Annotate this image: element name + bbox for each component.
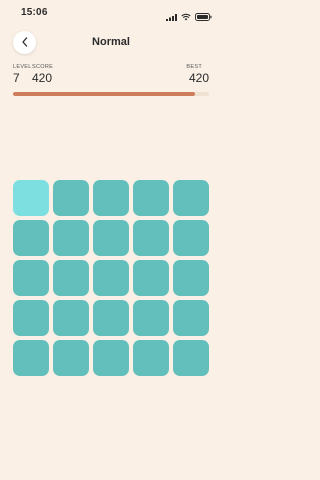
board-tile[interactable]	[93, 180, 129, 216]
board-tile[interactable]	[93, 340, 129, 376]
score-progress-fill	[13, 92, 196, 96]
board-tile[interactable]	[173, 260, 209, 296]
board-tile[interactable]	[133, 180, 169, 216]
status-bar: 15:06	[0, 0, 222, 28]
board-tile[interactable]	[13, 300, 49, 336]
battery-icon	[195, 8, 212, 26]
board-tile[interactable]	[93, 220, 129, 256]
status-icons	[166, 8, 212, 26]
board-tile[interactable]	[13, 180, 49, 216]
board-tile[interactable]	[133, 340, 169, 376]
board-tile[interactable]	[173, 300, 209, 336]
board-tile[interactable]	[173, 220, 209, 256]
board-tile[interactable]	[53, 180, 89, 216]
board-tile[interactable]	[93, 260, 129, 296]
status-time: 15:06	[21, 7, 48, 18]
board-tile[interactable]	[133, 300, 169, 336]
board-tile[interactable]	[13, 220, 49, 256]
board-tile[interactable]	[173, 340, 209, 376]
page-title: Normal	[92, 36, 130, 48]
wifi-icon	[181, 8, 191, 26]
signal-icon	[166, 8, 177, 26]
level-label: LEVEL	[13, 64, 32, 70]
score-label: SCORE	[32, 64, 54, 70]
board-tile[interactable]	[133, 220, 169, 256]
best-value: 420	[188, 71, 209, 85]
board-tile[interactable]	[53, 260, 89, 296]
board-tile[interactable]	[53, 340, 89, 376]
board-tile[interactable]	[13, 340, 49, 376]
board-tile[interactable]	[53, 300, 89, 336]
board-tile[interactable]	[173, 180, 209, 216]
game-board	[13, 180, 209, 376]
score-value: 420	[32, 71, 53, 85]
board-tile[interactable]	[133, 260, 169, 296]
board-tile[interactable]	[13, 260, 49, 296]
score-progress-bar	[13, 92, 209, 96]
best-label: BEST	[186, 64, 202, 70]
board-tile[interactable]	[53, 220, 89, 256]
board-tile[interactable]	[93, 300, 129, 336]
level-value: 7	[13, 71, 20, 85]
